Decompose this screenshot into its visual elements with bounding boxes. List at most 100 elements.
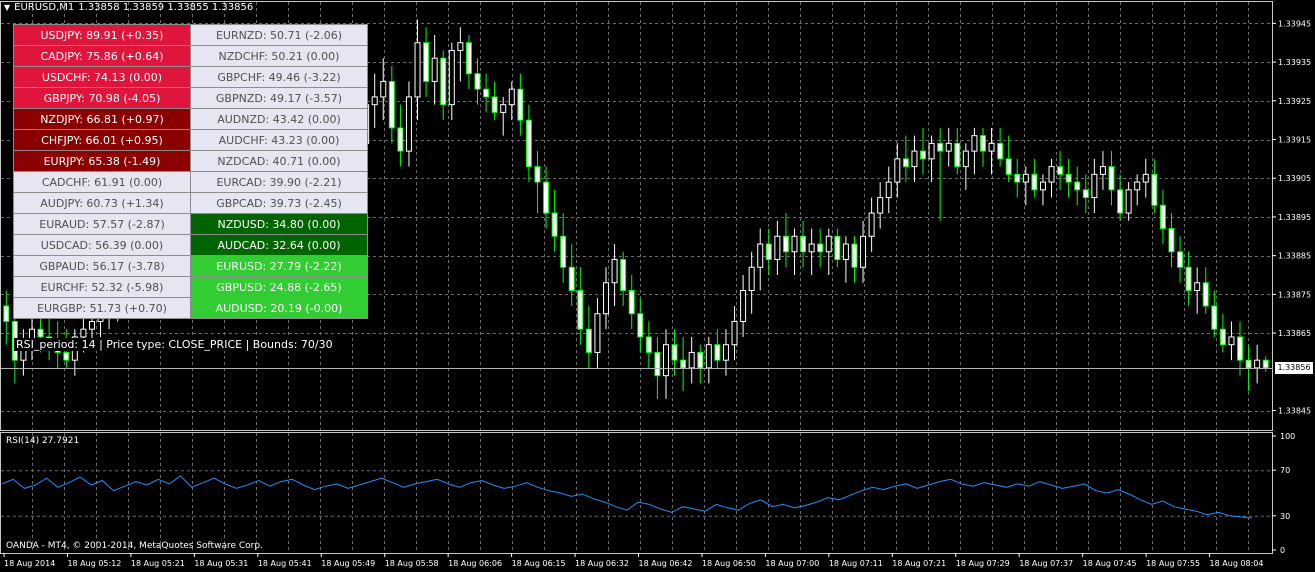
candle xyxy=(842,236,849,283)
price-tick-label: 1.33935 xyxy=(1278,58,1311,67)
candle-body xyxy=(877,197,884,214)
time-tick-label: 18 Aug 06:15 xyxy=(512,559,566,568)
time-tick-label: 18 Aug 07:29 xyxy=(956,559,1010,568)
price-tick-label: 1.33885 xyxy=(1278,252,1311,261)
candle xyxy=(902,135,909,183)
candle-body xyxy=(714,344,721,361)
candle-body xyxy=(920,150,927,160)
candle xyxy=(800,220,807,268)
candle xyxy=(620,251,627,306)
candle-body xyxy=(500,104,507,113)
candle-body xyxy=(791,235,798,253)
candle xyxy=(491,81,498,121)
candle xyxy=(1082,174,1089,214)
candle xyxy=(971,127,978,175)
price-tick-label: 1.33865 xyxy=(1278,329,1311,338)
candle xyxy=(448,42,455,121)
rsi-cell-usdjpy: USDJPY: 89.91 (+0.35) xyxy=(13,24,191,46)
candle-body xyxy=(1142,173,1149,183)
candle xyxy=(654,336,661,399)
candle xyxy=(662,329,669,399)
candle xyxy=(1108,151,1115,206)
candle-body xyxy=(1228,336,1235,346)
candle xyxy=(500,96,507,136)
candle xyxy=(397,104,404,167)
rsi-tick-label: 70 xyxy=(1280,466,1290,475)
candle xyxy=(688,336,695,384)
candle xyxy=(1237,321,1244,376)
candle xyxy=(1254,344,1261,384)
candle xyxy=(3,290,10,345)
candle-body xyxy=(1048,166,1055,183)
rsi-line xyxy=(1,475,1253,519)
rsi-cell-eurchf: EURCHF: 52.32 (-5.98) xyxy=(13,276,191,298)
candle xyxy=(28,313,35,361)
candle-body xyxy=(517,88,524,121)
price-axis: 1.33945 1.33935 1.33925 1.33915 1.33905 1.338… xyxy=(1272,19,1311,416)
time-tick-label: 18 Aug 06:50 xyxy=(702,559,756,568)
candle-body xyxy=(885,181,892,199)
candle xyxy=(611,244,618,306)
rsi-cell-gbpcad: GBPCAD: 39.73 (-2.45) xyxy=(190,192,368,214)
candle xyxy=(1125,182,1132,221)
dropdown-arrow-icon[interactable]: ▼ xyxy=(4,3,10,12)
candle-body xyxy=(80,328,87,338)
candle xyxy=(1005,135,1012,183)
candle xyxy=(825,228,832,276)
candle xyxy=(791,228,798,276)
candle xyxy=(1202,267,1209,314)
candle xyxy=(508,81,515,121)
time-tick-label: 18 Aug 07:45 xyxy=(1083,559,1137,568)
candle xyxy=(551,189,558,252)
time-tick-label: 18 Aug 08:04 xyxy=(1210,559,1264,568)
symbol-label: EURUSD,M1 xyxy=(14,2,75,13)
price-tick-label: 1.33845 xyxy=(1278,407,1311,416)
rsi-cell-audnzd: AUDNZD: 43.42 (0.00) xyxy=(190,108,368,130)
rsi-dashboard-table: USDJPY: 89.91 (+0.35) EURNZD: 50.71 (-2.0… xyxy=(13,24,368,319)
candle-body xyxy=(825,235,832,253)
price-tick-label: 1.33895 xyxy=(1278,213,1311,222)
rsi-settings-info: RSI_period: 14 | Price type: CLOSE_PRICE… xyxy=(14,338,335,351)
candle xyxy=(46,313,53,361)
candle xyxy=(465,34,472,90)
candle xyxy=(997,127,1004,167)
candle-body xyxy=(842,243,849,261)
candle-body xyxy=(765,243,772,261)
candle-body xyxy=(731,320,738,346)
candle xyxy=(705,336,712,384)
rsi-cell-eurgbp: EURGBP: 51.73 (+0.70) xyxy=(13,297,191,319)
candle xyxy=(645,321,652,368)
rsi-cell-gbpaud: GBPAUD: 56.17 (-3.78) xyxy=(13,255,191,277)
candle-body xyxy=(834,235,841,261)
candle-body xyxy=(388,80,395,129)
rsi-axis: 100 70 30 0 xyxy=(1272,432,1295,555)
candle xyxy=(1142,158,1149,198)
time-tick-label: 18 Aug 05:21 xyxy=(131,559,185,568)
candle xyxy=(962,143,969,190)
price-tick-label: 1.33905 xyxy=(1278,174,1311,183)
candle-body xyxy=(577,289,584,330)
candle xyxy=(928,135,935,183)
candle xyxy=(603,267,610,330)
candle-body xyxy=(954,142,961,168)
price-tick-label: 1.33875 xyxy=(1278,290,1311,299)
rsi-cell-gbpusd: GBPUSD: 24.88 (-2.65) xyxy=(190,276,368,298)
chart-title-bar: ▼ EURUSD,M1 1.33858 1.33859 1.33855 1.33… xyxy=(4,2,253,13)
rsi-indicator-label: RSI(14) 27.7921 xyxy=(6,436,80,446)
candle-body xyxy=(457,42,464,51)
candle-body xyxy=(817,243,824,253)
candle xyxy=(1074,166,1081,206)
candle-body xyxy=(1219,328,1226,346)
candle-body xyxy=(568,266,575,291)
candle xyxy=(945,127,952,167)
candle-body xyxy=(465,42,472,75)
candle xyxy=(517,73,524,136)
time-tick-label: 18 Aug 06:06 xyxy=(448,559,502,568)
candle xyxy=(765,228,772,276)
candle-body xyxy=(525,119,532,168)
candle xyxy=(988,127,995,175)
candle xyxy=(1159,189,1166,245)
current-price-label: 1.33856 xyxy=(1275,362,1313,374)
candle-body xyxy=(628,289,635,315)
candle-body xyxy=(1245,359,1252,369)
